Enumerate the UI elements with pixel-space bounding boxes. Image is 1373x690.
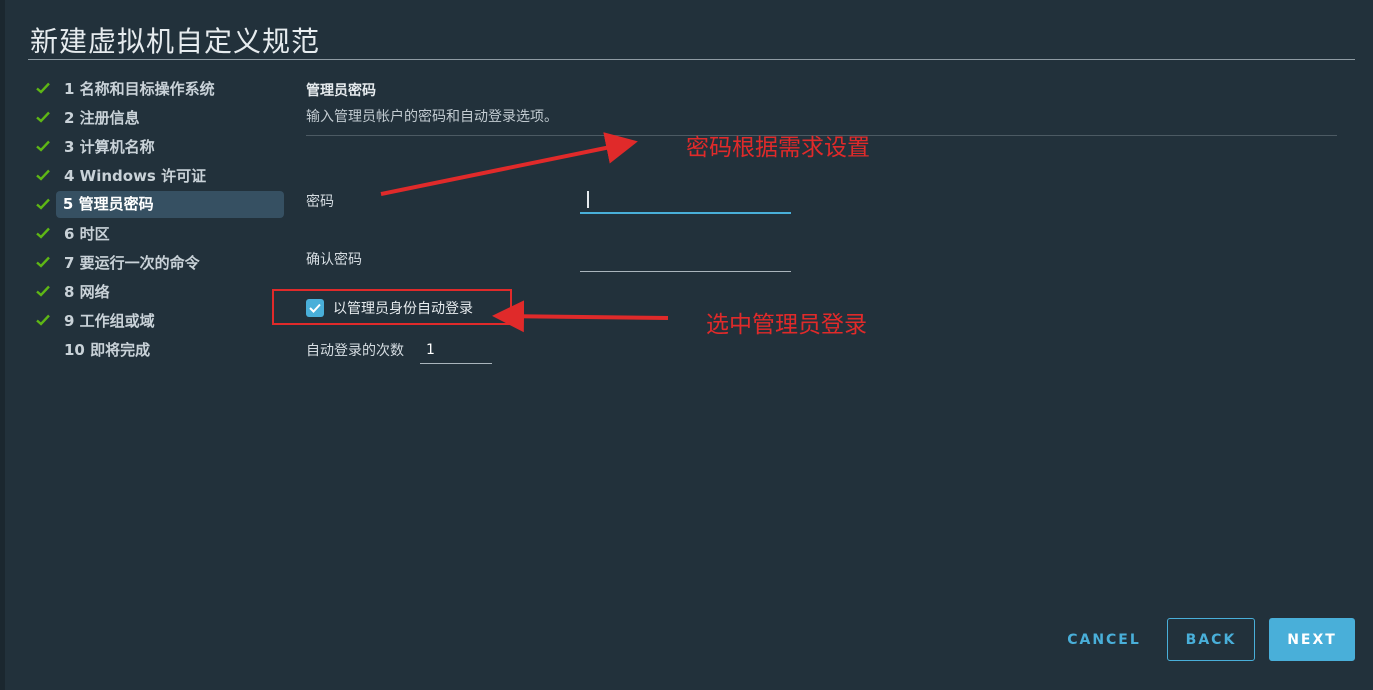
logon-count-input[interactable] (420, 336, 492, 364)
step-label: 8 网络 (64, 282, 110, 301)
check-icon (36, 111, 58, 123)
step-label: 5 管理员密码 (55, 190, 284, 218)
password-label: 密码 (306, 194, 334, 210)
confirm-password-label: 确认密码 (306, 252, 362, 268)
section-title: 管理员密码 (306, 83, 376, 99)
left-edge (0, 0, 5, 690)
password-input[interactable] (580, 186, 791, 214)
next-button[interactable]: NEXT (1269, 618, 1355, 661)
step-label: 6 时区 (64, 224, 110, 243)
cancel-button[interactable]: CANCEL (1060, 618, 1148, 661)
check-icon (36, 140, 58, 152)
text-cursor (587, 191, 589, 208)
checkbox-annotation: 选中管理员登录 (706, 312, 867, 338)
autologon-option[interactable]: 以管理员身份自动登录 (306, 298, 473, 318)
step-label: 2 注册信息 (64, 108, 140, 127)
step-label: 1 名称和目标操作系统 (64, 79, 215, 98)
checkmark-icon (309, 303, 321, 313)
step-7[interactable]: 7 要运行一次的命令 (36, 248, 284, 276)
step-1[interactable]: 1 名称和目标操作系统 (36, 74, 284, 102)
arrow-to-checkbox (492, 300, 669, 333)
step-9[interactable]: 9 工作组或域 (36, 306, 284, 334)
check-icon (36, 285, 58, 297)
step-label: 4 Windows 许可证 (64, 166, 207, 185)
dialog-title: 新建虚拟机自定义规范 (30, 25, 321, 58)
step-4[interactable]: 4 Windows 许可证 (36, 161, 284, 189)
title-divider (28, 59, 1355, 60)
step-5-active[interactable]: 5 管理员密码 (36, 190, 284, 218)
step-6[interactable]: 6 时区 (36, 219, 284, 247)
password-annotation: 密码根据需求设置 (686, 135, 870, 161)
autologon-label: 以管理员身份自动登录 (333, 301, 473, 317)
step-8[interactable]: 8 网络 (36, 277, 284, 305)
check-icon (36, 169, 58, 181)
step-3[interactable]: 3 计算机名称 (36, 132, 284, 160)
step-2[interactable]: 2 注册信息 (36, 103, 284, 131)
step-10[interactable]: 10 即将完成 (36, 335, 284, 363)
step-label: 9 工作组或域 (64, 311, 155, 330)
step-label: 7 要运行一次的命令 (64, 253, 200, 272)
logon-count-label: 自动登录的次数 (306, 343, 404, 359)
check-icon (36, 314, 58, 326)
confirm-password-input[interactable] (580, 244, 791, 272)
wizard-steps: 1 名称和目标操作系统 2 注册信息 3 计算机名称 4 Windows 许可证… (36, 74, 286, 364)
section-description: 输入管理员帐户的密码和自动登录选项。 (306, 109, 558, 125)
back-button[interactable]: BACK (1167, 618, 1255, 661)
check-icon (36, 256, 58, 268)
check-icon (36, 198, 58, 210)
autologon-checkbox[interactable] (306, 299, 324, 317)
step-label: 10 即将完成 (64, 340, 151, 359)
check-icon (36, 82, 58, 94)
check-icon (36, 227, 58, 239)
step-label: 3 计算机名称 (64, 137, 155, 156)
